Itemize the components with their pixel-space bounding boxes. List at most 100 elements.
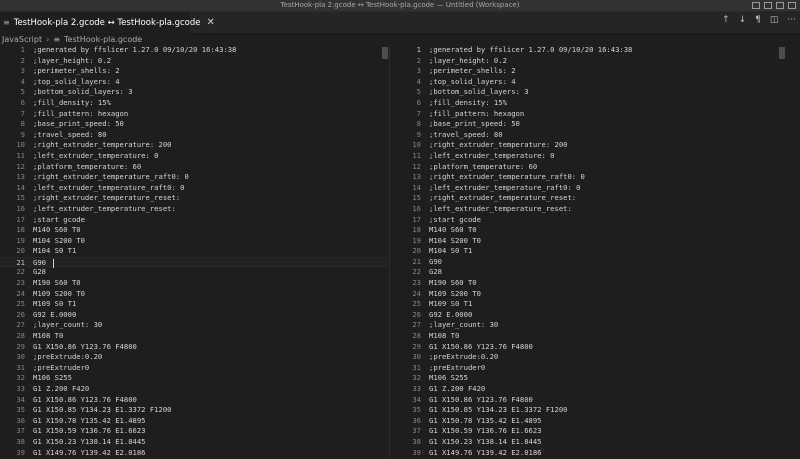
code-line[interactable]: 29 G1 X150.86 Y123.76 F4800 [396,342,788,353]
code-line[interactable]: 23 M190 S60 T0 [396,278,788,289]
scrollbar-thumb[interactable] [779,47,785,59]
line-number: 4 [20,76,25,86]
code-line[interactable]: 37 G1 X150.59 Y136.76 E1.6623 [396,426,788,437]
more-actions-icon[interactable]: ··· [787,15,796,25]
code-line[interactable]: 6 ;fill_density: 15% [396,98,788,109]
previous-change-icon[interactable]: ↑ [722,15,730,25]
code-line[interactable]: 32 M106 S255 [396,373,788,384]
code-line[interactable]: 30 ;preExtrude:0.20 [396,352,788,363]
code-line[interactable]: 26 G92 E.0000 [396,310,788,321]
code-line[interactable]: 15 ;right_extruder_temperature_reset: [0,193,388,204]
code-line[interactable]: 29 G1 X150.86 Y123.76 F4800 [0,342,388,353]
next-change-icon[interactable]: ↓ [739,15,747,25]
code-line[interactable]: 4 ;top_solid_layers: 4 [0,77,388,88]
toggle-panel-icon[interactable] [764,2,772,9]
split-editor-icon[interactable]: ◫ [770,15,779,25]
code-line[interactable]: 9 ;travel_speed: 80 [396,130,788,141]
code-line[interactable]: 2 ;layer_height: 0.2 [396,56,788,67]
code-line[interactable]: 24 M109 S200 T0 [0,289,388,300]
code-line[interactable]: 31 ;preExtruder0 [0,363,388,374]
code-line[interactable]: 18 M140 S60 T0 [0,225,388,236]
code-line[interactable]: 33 G1 Z.200 F420 [396,384,788,395]
code-line[interactable]: 4 ;top_solid_layers: 4 [396,77,788,88]
code-line[interactable]: 22 G28 [396,267,788,278]
code-line[interactable]: 11 ;left_extruder_temperature: 0 [396,151,788,162]
code-line[interactable]: 21 G90 [396,257,788,268]
line-text: ;layer_count: 30 [429,320,499,330]
toggle-secondary-sidebar-icon[interactable] [776,2,784,9]
diff-modified-editor[interactable]: 1 ;generated by ffslicer 1.27.0 09/10/20 … [396,45,788,459]
code-line[interactable]: 28 M108 T0 [0,331,388,342]
code-line[interactable]: 30 ;preExtrude:0.20 [0,352,388,363]
code-line[interactable]: 15 ;right_extruder_temperature_reset: [396,193,788,204]
right-scrollbar[interactable] [778,45,785,459]
tab-diff-editor[interactable]: ≡ TestHook-pla 2.gcode ↔ TestHook-pla.gc… [0,12,215,33]
code-line[interactable]: 21 G90 [0,256,388,268]
code-line[interactable]: 20 M104 S0 T1 [396,246,788,257]
code-line[interactable]: 6 ;fill_density: 15% [0,98,388,109]
code-line[interactable]: 2 ;layer_height: 0.2 [0,56,388,67]
code-line[interactable]: 16 ;left_extruder_temperature_reset: [0,204,388,215]
code-line[interactable]: 5 ;bottom_solid_layers: 3 [0,87,388,98]
code-line[interactable]: 39 G1 X149.76 Y139.42 E2.0186 [396,448,788,459]
close-icon[interactable]: ✕ [207,17,215,28]
customize-layout-icon[interactable] [788,2,796,9]
code-line[interactable]: 25 M109 S0 T1 [396,299,788,310]
diff-original-editor[interactable]: 1 ;generated by ffslicer 1.27.0 09/10/20 … [0,45,388,459]
code-line[interactable]: 24 M109 S200 T0 [396,289,788,300]
code-line[interactable]: 14 ;left_extruder_temperature_raft0: 0 [396,183,788,194]
code-line[interactable]: 7 ;fill_pattern: hexagon [0,109,388,120]
code-line[interactable]: 18 M140 S60 T0 [396,225,788,236]
code-line[interactable]: 39 G1 X149.76 Y139.42 E2.0186 [0,448,388,459]
left-scrollbar[interactable] [381,45,388,459]
code-line[interactable]: 3 ;perimeter_shells: 2 [396,66,788,77]
code-line[interactable]: 8 ;base_print_speed: 50 [0,119,388,130]
code-line[interactable]: 32 M106 S255 [0,373,388,384]
code-line[interactable]: 27 ;layer_count: 30 [0,320,388,331]
code-line[interactable]: 38 G1 X150.23 Y138.14 E1.8445 [396,437,788,448]
code-line[interactable]: 13 ;right_extruder_temperature_raft0: 0 [396,172,788,183]
diff-sash[interactable] [389,45,396,459]
breadcrumb-file[interactable]: TestHook-pla.gcode [64,34,142,45]
code-line[interactable]: 25 M109 S0 T1 [0,299,388,310]
toggle-sidebar-icon[interactable] [752,2,760,9]
code-line[interactable]: 31 ;preExtruder0 [396,363,788,374]
code-line[interactable]: 35 G1 X150.85 Y134.23 E1.3372 F1200 [0,405,388,416]
code-line[interactable]: 5 ;bottom_solid_layers: 3 [396,87,788,98]
code-line[interactable]: 8 ;base_print_speed: 50 [396,119,788,130]
code-line[interactable]: 9 ;travel_speed: 80 [0,130,388,141]
code-line[interactable]: 17 ;start gcode [396,215,788,226]
code-line[interactable]: 19 M104 S200 T0 [0,236,388,247]
code-line[interactable]: 37 G1 X150.59 Y136.76 E1.6623 [0,426,388,437]
scrollbar-thumb[interactable] [382,47,388,59]
code-line[interactable]: 34 G1 X150.86 Y123.76 F4800 [0,395,388,406]
code-line[interactable]: 36 G1 X150.78 Y135.42 E1.4895 [0,416,388,427]
code-line[interactable]: 16 ;left_extruder_temperature_reset: [396,204,788,215]
breadcrumb-language[interactable]: JavaScript [2,34,42,45]
code-line[interactable]: 10 ;right_extruder_temperature: 200 [0,140,388,151]
code-line[interactable]: 13 ;right_extruder_temperature_raft0: 0 [0,172,388,183]
code-line[interactable]: 1 ;generated by ffslicer 1.27.0 09/10/20 … [396,45,788,56]
show-whitespace-icon[interactable]: ¶ [755,15,761,25]
code-line[interactable]: 11 ;left_extruder_temperature: 0 [0,151,388,162]
code-line[interactable]: 38 G1 X150.23 Y138.14 E1.8445 [0,437,388,448]
code-line[interactable]: 1 ;generated by ffslicer 1.27.0 09/10/20 … [0,45,388,56]
code-line[interactable]: 26 G92 E.0000 [0,310,388,321]
code-line[interactable]: 12 ;platform_temperature: 60 [396,162,788,173]
code-line[interactable]: 17 ;start gcode [0,215,388,226]
code-line[interactable]: 33 G1 Z.200 F420 [0,384,388,395]
code-line[interactable]: 27 ;layer_count: 30 [396,320,788,331]
code-line[interactable]: 35 G1 X150.85 Y134.23 E1.3372 F1200 [396,405,788,416]
code-line[interactable]: 7 ;fill_pattern: hexagon [396,109,788,120]
code-line[interactable]: 19 M104 S200 T0 [396,236,788,247]
code-line[interactable]: 28 M108 T0 [396,331,788,342]
code-line[interactable]: 20 M104 S0 T1 [0,246,388,257]
code-line[interactable]: 14 ;left_extruder_temperature_raft0: 0 [0,183,388,194]
code-line[interactable]: 22 G28 [0,267,388,278]
code-line[interactable]: 12 ;platform_temperature: 60 [0,162,388,173]
code-line[interactable]: 36 G1 X150.78 Y135.42 E1.4895 [396,416,788,427]
code-line[interactable]: 10 ;right_extruder_temperature: 200 [396,140,788,151]
code-line[interactable]: 3 ;perimeter_shells: 2 [0,66,388,77]
code-line[interactable]: 34 G1 X150.86 Y123.76 F4800 [396,395,788,406]
code-line[interactable]: 23 M190 S60 T0 [0,278,388,289]
